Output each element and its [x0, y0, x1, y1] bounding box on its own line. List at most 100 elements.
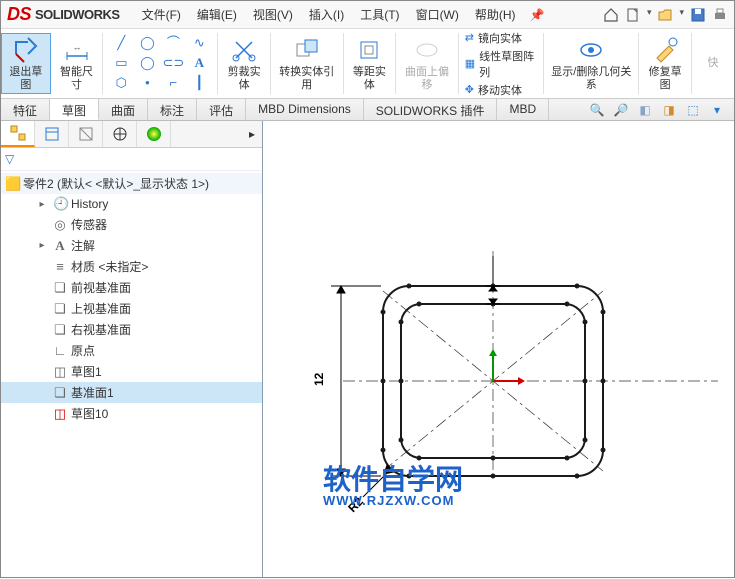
rect-tool-icon[interactable]: ▭ — [109, 55, 133, 73]
pattern-button[interactable]: ▦ 线性草图阵列 — [465, 48, 537, 80]
solidworks-logo-icon: DS — [7, 4, 31, 25]
expand-icon[interactable]: ▸ — [35, 199, 49, 210]
tab-surface[interactable]: 曲面 — [99, 99, 148, 120]
move-label: 移动实体 — [478, 82, 522, 98]
tree-item-top-plane[interactable]: ❏上视基准面 — [1, 298, 262, 319]
exit-sketch-icon — [12, 36, 40, 64]
menubar: DS SOLIDWORKS 文件(F) 编辑(E) 视图(V) 插入(I) 工具… — [1, 1, 734, 29]
tree-item-sketch10[interactable]: ◫草图10 — [1, 403, 262, 424]
tab-mbd-dimensions[interactable]: MBD Dimensions — [246, 99, 364, 120]
menu-file[interactable]: 文件(F) — [136, 4, 187, 25]
repair-button[interactable]: 修复草图 — [639, 33, 692, 94]
view-orient-icon[interactable]: ⬚ — [684, 101, 702, 119]
convert-icon — [293, 36, 321, 64]
tab-features[interactable]: 特征 — [1, 99, 50, 120]
quick-button[interactable]: 快 — [692, 33, 734, 94]
display-mgr-tab-icon[interactable] — [137, 121, 171, 147]
property-mgr-tab-icon[interactable] — [35, 121, 69, 147]
circle-tool-icon[interactable]: ◯ — [135, 35, 159, 53]
dropdown-icon[interactable]: ▾ — [679, 7, 684, 23]
tree-label: 基准面1 — [71, 384, 114, 401]
tree-item-history[interactable]: ▸🕘History — [1, 194, 262, 214]
menu-edit[interactable]: 编辑(E) — [191, 4, 243, 25]
dimxpert-tab-icon[interactable] — [103, 121, 137, 147]
fm-tree-tab-icon[interactable] — [1, 121, 35, 147]
mirror-button[interactable]: ⇄镜向实体 — [465, 30, 522, 46]
menu-insert[interactable]: 插入(I) — [303, 4, 350, 25]
exit-sketch-button[interactable]: 退出草图 — [1, 33, 51, 94]
print-icon[interactable] — [712, 7, 728, 23]
offset-icon — [355, 36, 383, 64]
tree-item-front-plane[interactable]: ❏前视基准面 — [1, 277, 262, 298]
config-mgr-tab-icon[interactable] — [69, 121, 103, 147]
ribbon: 退出草图 ↔ 智能尺寸 ╱ ◯ ⌒ ∿ ▭ ◯ ⊂⊃ A ⬡ • ⌐ ┃ 剪裁实… — [1, 29, 734, 99]
trim-button[interactable]: 剪裁实体 — [218, 33, 271, 94]
smart-dimension-icon: ↔ — [63, 36, 91, 64]
centerline-tool-icon[interactable]: ┃ — [187, 75, 211, 93]
repair-icon — [651, 36, 679, 64]
tree-label: 前视基准面 — [71, 279, 131, 296]
mirror-icon: ⇄ — [465, 31, 474, 44]
point-tool-icon[interactable]: • — [135, 75, 159, 93]
tree-item-sensors[interactable]: ◎传感器 — [1, 214, 262, 235]
feature-manager-panel: ▸ ▽ 🟨 零件2 (默认< <默认>_显示状态 1>) ▸🕘History ◎… — [1, 121, 263, 577]
tab-evaluate[interactable]: 评估 — [197, 99, 246, 120]
pin-icon[interactable]: 📌 — [530, 8, 545, 22]
pattern-label: 线性草图阵列 — [479, 48, 537, 80]
tab-mbd[interactable]: MBD — [497, 99, 549, 120]
menu-view[interactable]: 视图(V) — [247, 4, 299, 25]
polygon-tool-icon[interactable]: ⬡ — [109, 75, 133, 93]
display-style-icon[interactable]: ▾ — [708, 101, 726, 119]
line-tool-icon[interactable]: ╱ — [109, 35, 133, 53]
panel-expand-icon[interactable]: ▸ — [242, 121, 262, 147]
zoom-fit-icon[interactable]: 🔍 — [588, 101, 606, 119]
tab-annotate[interactable]: 标注 — [148, 99, 197, 120]
tree-item-right-plane[interactable]: ❏右视基准面 — [1, 319, 262, 340]
tree-item-material[interactable]: ≡材质 <未指定> — [1, 256, 262, 277]
tab-sw-addins[interactable]: SOLIDWORKS 插件 — [364, 99, 498, 120]
clock-icon: 🕘 — [53, 196, 67, 212]
graphics-area[interactable]: 12 R2 软件自学网 WWW.RJZXW.COM — [263, 121, 734, 577]
plane-icon: ❏ — [53, 280, 67, 296]
tree-root[interactable]: 🟨 零件2 (默认< <默认>_显示状态 1>) — [1, 173, 262, 194]
prev-view-icon[interactable]: ◧ — [636, 101, 654, 119]
spline-tool-icon[interactable]: ∿ — [187, 35, 211, 53]
new-doc-icon[interactable] — [625, 7, 641, 23]
text-tool-icon[interactable]: A — [187, 55, 211, 73]
move-button[interactable]: ✥移动实体 — [465, 82, 522, 98]
menu-help[interactable]: 帮助(H) — [469, 4, 522, 25]
filter-icon[interactable]: ▽ — [5, 152, 14, 166]
convert-button[interactable]: 转换实体引用 — [271, 33, 344, 94]
tree-item-plane1[interactable]: ❏基准面1 — [1, 382, 262, 403]
section-view-icon[interactable]: ◨ — [660, 101, 678, 119]
convert-label: 转换实体引用 — [277, 66, 337, 90]
fillet-tool-icon[interactable]: ⌐ — [161, 75, 185, 93]
menu-window[interactable]: 窗口(W) — [410, 4, 465, 25]
home-icon[interactable] — [603, 7, 619, 23]
slot-tool-icon[interactable]: ⊂⊃ — [161, 55, 185, 73]
tree-item-origin[interactable]: ∟原点 — [1, 340, 262, 361]
tab-sketch[interactable]: 草图 — [50, 99, 99, 120]
menu-tools[interactable]: 工具(T) — [354, 4, 405, 25]
offset-button[interactable]: 等距实体 — [344, 33, 397, 94]
tree-label: 草图10 — [71, 405, 108, 422]
zoom-area-icon[interactable]: 🔎 — [612, 101, 630, 119]
tree-label: 上视基准面 — [71, 300, 131, 317]
show-relations-button[interactable]: 显示/删除几何关系 — [544, 33, 639, 94]
tree-item-annotations[interactable]: ▸A注解 — [1, 235, 262, 256]
arc-tool-icon[interactable]: ⌒ — [161, 35, 185, 53]
smart-dimension-button[interactable]: ↔ 智能尺寸 — [51, 33, 104, 94]
tree-item-sketch1[interactable]: ◫草图1 — [1, 361, 262, 382]
dim-radius[interactable]: R2 — [345, 494, 366, 515]
expand-icon[interactable]: ▸ — [35, 240, 49, 251]
save-icon[interactable] — [690, 7, 706, 23]
open-icon[interactable] — [657, 7, 673, 23]
dim-height[interactable]: 12 — [312, 372, 326, 386]
pattern-icon: ▦ — [465, 57, 475, 70]
tree-label: 右视基准面 — [71, 321, 131, 338]
offset-surface-button[interactable]: 曲面上偏移 — [396, 33, 459, 94]
dropdown-icon[interactable]: ▾ — [647, 7, 652, 23]
offset-surface-icon — [413, 36, 441, 64]
trim-icon — [230, 36, 258, 64]
ellipse-tool-icon[interactable]: ◯ — [135, 55, 159, 73]
